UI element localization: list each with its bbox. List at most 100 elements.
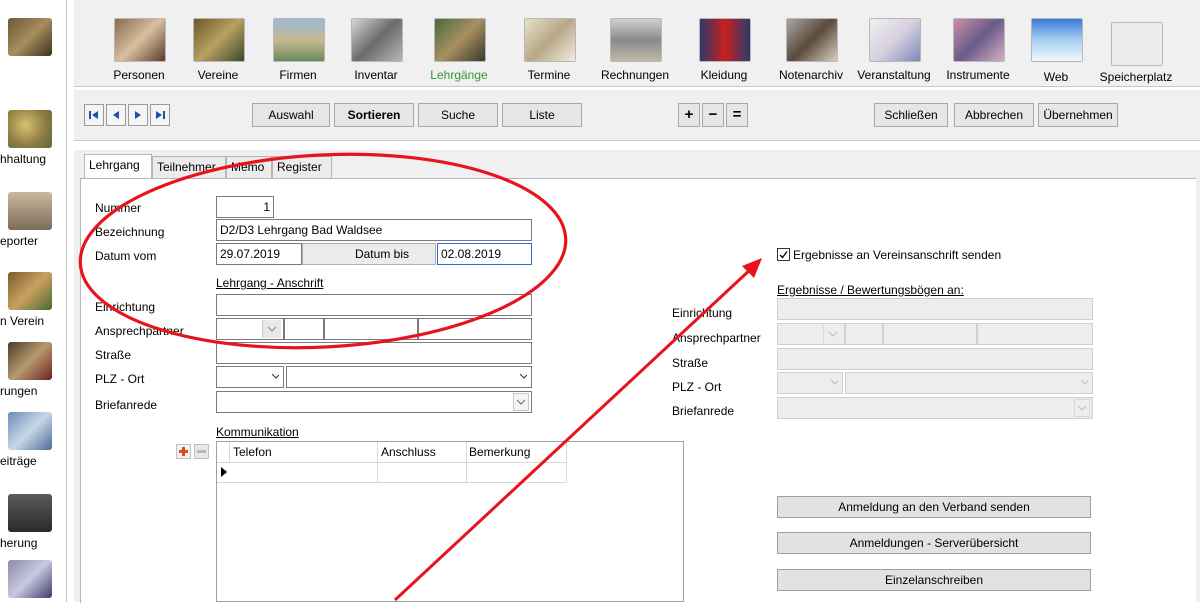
vereinsanschrift-checkbox-label[interactable]: Ergebnisse an Vereinsanschrift senden [793, 248, 1001, 262]
persons-icon [114, 18, 166, 62]
nummer-label: Nummer [95, 201, 142, 215]
toolbar-veranstaltung[interactable]: Veranstaltung [850, 6, 938, 82]
sheet-music-icon [786, 18, 838, 62]
table-row[interactable] [217, 462, 567, 483]
toolbar-speicherplatz[interactable]: Speicherplatz [1092, 6, 1180, 84]
toolbar-notenarchiv[interactable]: Notenarchiv [772, 6, 850, 82]
toolbar-termine[interactable]: Termine [514, 6, 584, 82]
liste-button[interactable]: Liste [502, 103, 582, 127]
bezeichnung-label: Bezeichnung [95, 225, 165, 239]
apply-button[interactable]: Übernehmen [1038, 103, 1118, 127]
ort-combo[interactable] [286, 366, 532, 388]
anmeldung-senden-button[interactable]: Anmeldung an den Verband senden [777, 496, 1091, 518]
last-icon [156, 111, 165, 119]
column-header-anschluss[interactable]: Anschluss [381, 445, 436, 459]
add-record-button[interactable]: + [678, 103, 700, 127]
toolbar-lehrgaenge[interactable]: Lehrgänge [424, 6, 494, 82]
toolbar-label: Inventar [354, 68, 398, 82]
column-header-telefon[interactable]: Telefon [233, 445, 272, 459]
vereinsanschrift-checkbox[interactable] [777, 248, 790, 261]
titel-field[interactable] [284, 318, 324, 340]
chevron-down-icon [1080, 379, 1088, 385]
anschrift-heading: Lehrgang - Anschrift [216, 276, 324, 290]
event-icon [869, 18, 921, 62]
add-communication-button[interactable] [176, 444, 191, 459]
suche-button[interactable]: Suche [418, 103, 498, 127]
ergebnisse-heading: Ergebnisse / Bewertungsbögen an: [777, 283, 964, 297]
first-icon [89, 111, 98, 119]
toolbar-personen[interactable]: Personen [104, 6, 174, 82]
right-einrichtung-field [777, 298, 1093, 320]
main-toolbar: Personen Vereine Firmen Inventar Lehrgän… [74, 0, 1200, 87]
inventory-icon [351, 18, 403, 62]
toolbar-kleidung[interactable]: Kleidung [686, 6, 762, 82]
toolbar-firmen[interactable]: Firmen [264, 6, 332, 82]
cancel-button[interactable]: Abbrechen [954, 103, 1034, 127]
einrichtung-field[interactable] [216, 294, 532, 316]
strasse-label: Straße [95, 348, 132, 362]
group-photo-icon [8, 272, 52, 310]
band-photo-icon[interactable] [8, 18, 52, 56]
sortieren-button[interactable]: Sortieren [334, 103, 414, 127]
close-button[interactable]: Schließen [874, 103, 948, 127]
nachname-field[interactable] [418, 318, 532, 340]
right-einrichtung-label: Einrichtung [672, 306, 733, 320]
tab-teilnehmer[interactable]: Teilnehmer [152, 156, 226, 178]
sidebar-item-label: hhaltung [0, 152, 47, 166]
scanner-icon[interactable] [8, 560, 52, 598]
toolbar-rechnungen[interactable]: Rechnungen [594, 6, 676, 82]
toolbar-vereine[interactable]: Vereine [184, 6, 252, 82]
tab-memo[interactable]: Memo [226, 156, 272, 178]
toolbar-web[interactable]: Web [1026, 6, 1086, 84]
right-plz-combo [777, 372, 843, 394]
communication-grid[interactable]: Telefon Anschluss Bemerkung [216, 441, 684, 602]
einrichtung-label: Einrichtung [95, 300, 156, 314]
instruments-icon [953, 18, 1005, 62]
remove-communication-button[interactable] [194, 444, 209, 459]
briefanrede-combo[interactable] [216, 391, 532, 413]
toolbar-label: Personen [113, 68, 165, 82]
plz-combo[interactable] [216, 366, 284, 388]
laptop-icon [8, 494, 52, 532]
tab-lehrgang[interactable]: Lehrgang [84, 154, 152, 179]
sidebar-item-label: rungen [0, 384, 38, 398]
bezeichnung-field[interactable]: D2/D3 Lehrgang Bad Waldsee [216, 219, 532, 241]
server-uebersicht-button[interactable]: Anmeldungen - Serverübersicht [777, 532, 1091, 554]
previous-record-button[interactable] [106, 104, 126, 126]
datum-vom-label: Datum vom [95, 249, 157, 263]
toolbar-label: Kleidung [700, 68, 748, 82]
column-header-bemerkung[interactable]: Bemerkung [469, 445, 530, 459]
next-record-button[interactable] [128, 104, 148, 126]
right-ort-combo [845, 372, 1093, 394]
einzelanschreiben-button[interactable]: Einzelanschreiben [777, 569, 1091, 591]
last-record-button[interactable] [150, 104, 170, 126]
chevron-down-icon [823, 325, 842, 343]
strasse-field[interactable] [216, 342, 532, 364]
sidebar-item-label: eiträge [0, 454, 37, 468]
copy-record-button[interactable]: = [726, 103, 748, 127]
right-plz-ort-label: PLZ - Ort [672, 380, 722, 394]
first-record-button[interactable] [84, 104, 104, 126]
datum-bis-field[interactable]: 02.08.2019 [437, 243, 532, 265]
toolbar-label: Termine [527, 68, 571, 82]
delete-record-button[interactable]: − [702, 103, 724, 127]
invoice-icon [610, 18, 662, 62]
sidebar-item-label: eporter [0, 234, 39, 248]
datum-vom-field[interactable]: 29.07.2019 [216, 243, 302, 265]
tab-register[interactable]: Register [272, 156, 332, 178]
anrede-combo[interactable] [216, 318, 284, 340]
nummer-field[interactable]: 1 [216, 196, 274, 218]
ansprechpartner-label: Ansprechpartner [95, 324, 184, 338]
toolbar-instrumente[interactable]: Instrumente [938, 6, 1018, 82]
toolbar-label: Notenarchiv [778, 68, 844, 82]
chevron-down-icon [262, 320, 281, 338]
toolbar-inventar[interactable]: Inventar [342, 6, 410, 82]
toolbar-label: Vereine [197, 68, 239, 82]
chevron-down-icon [519, 373, 527, 379]
next-icon [135, 111, 141, 119]
minus-icon [197, 450, 206, 453]
right-vorname-field [883, 323, 977, 345]
vorname-field[interactable] [324, 318, 418, 340]
auswahl-button[interactable]: Auswahl [252, 103, 330, 127]
sidebar-item-label: n Verein [0, 314, 45, 328]
